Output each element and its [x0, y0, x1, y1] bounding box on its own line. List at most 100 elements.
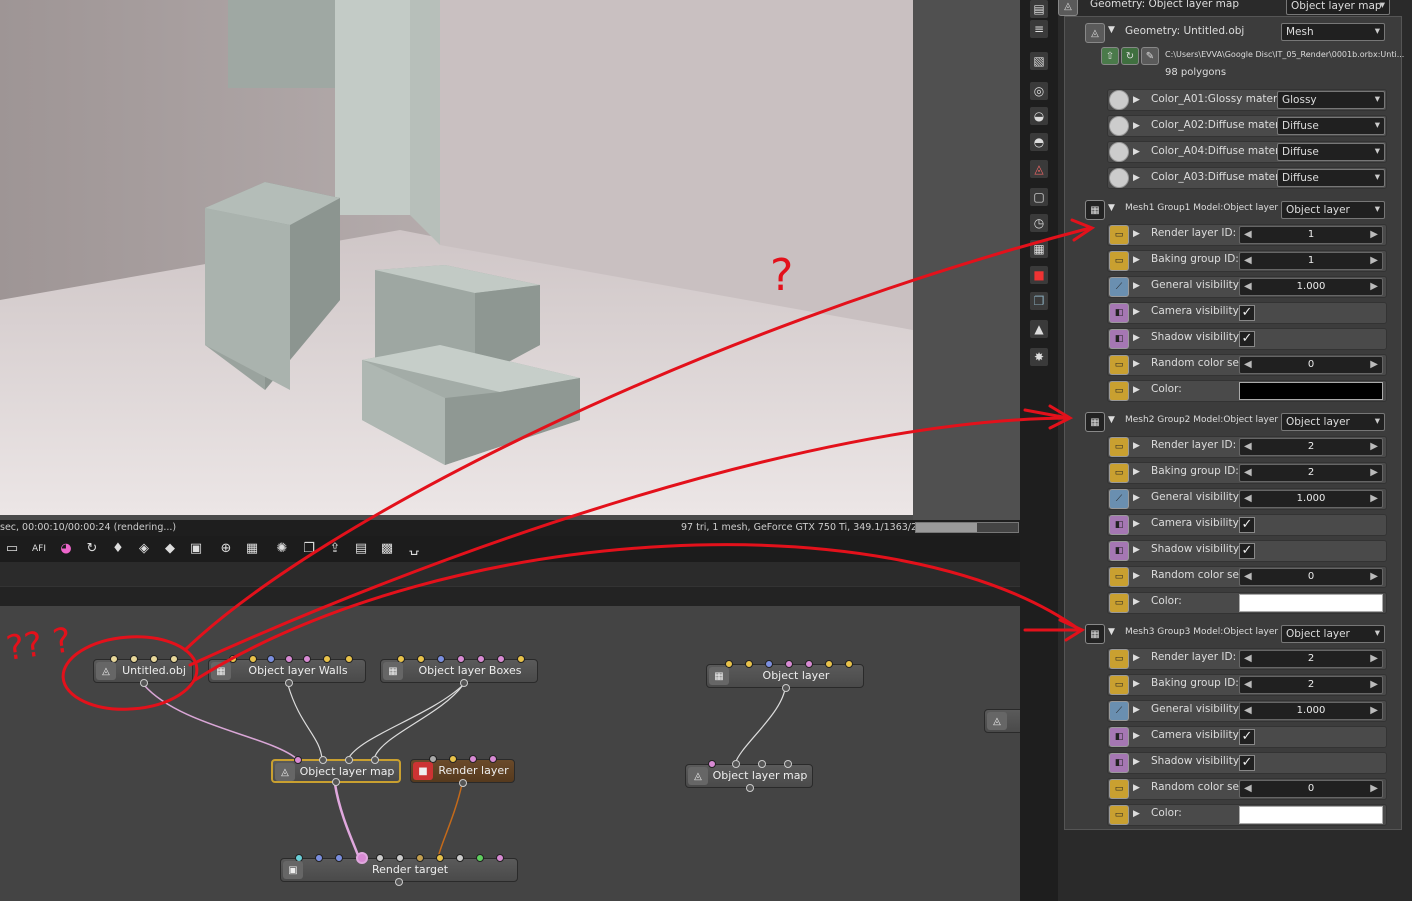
expand-triangle-icon[interactable]: ▶ [1133, 229, 1140, 239]
camera-settings-icon[interactable]: ◎ [1030, 82, 1048, 100]
decrement-arrow-icon[interactable]: ◀ [1244, 465, 1252, 481]
numeric-input[interactable]: ◀ 0 ▶ [1239, 780, 1383, 798]
expand-triangle-icon[interactable]: ▶ [1133, 571, 1140, 581]
clock-icon[interactable]: ◷ [1030, 214, 1048, 232]
node-render-layer[interactable]: ■ Render layer [410, 755, 515, 787]
node-output-pin[interactable] [746, 784, 754, 792]
expand-triangle-icon[interactable]: ▶ [1133, 705, 1140, 715]
expand-triangle-icon[interactable]: ▶ [1133, 467, 1140, 477]
node-input-pin[interactable] [745, 660, 753, 668]
object-layer-type-dropdown[interactable]: Object layer [1281, 625, 1385, 643]
visibility-checkbox[interactable]: ✓ [1239, 729, 1255, 745]
node-input-pin[interactable] [457, 655, 465, 663]
node-input-pin[interactable] [496, 854, 504, 862]
attribute-node-icon[interactable]: ⟋ [1109, 489, 1129, 509]
expand-triangle-icon[interactable]: ▶ [1133, 173, 1140, 183]
material-sphere-icon[interactable] [1109, 168, 1129, 188]
node-input-pin[interactable] [517, 655, 525, 663]
attribute-node-icon[interactable]: ▭ [1109, 355, 1129, 375]
node-input-pin[interactable] [130, 655, 138, 663]
pin-region-icon[interactable]: ◈ [135, 540, 153, 558]
expand-triangle-icon[interactable]: ▶ [1133, 95, 1140, 105]
numeric-input[interactable]: ◀ 2 ▶ [1239, 438, 1383, 456]
attribute-node-icon[interactable]: ▭ [1109, 675, 1129, 695]
pin-icon[interactable]: ♦ [109, 540, 127, 558]
node-output-pin[interactable] [140, 679, 148, 687]
expand-triangle-icon[interactable]: ▶ [1133, 255, 1140, 265]
environment-icon[interactable]: ◒ [1030, 107, 1048, 125]
node-output-pin[interactable] [460, 679, 468, 687]
decrement-arrow-icon[interactable]: ◀ [1244, 569, 1252, 585]
node-output-pin[interactable] [782, 684, 790, 692]
decrement-arrow-icon[interactable]: ◀ [1244, 253, 1252, 269]
node-input-pin[interactable] [456, 854, 464, 862]
expand-triangle-icon[interactable]: ▶ [1133, 281, 1140, 291]
numeric-input[interactable]: ◀ 2 ▶ [1239, 650, 1383, 668]
increment-arrow-icon[interactable]: ▶ [1370, 279, 1378, 295]
node-input-pin[interactable] [497, 655, 505, 663]
image-icon[interactable]: ▤ [352, 540, 370, 558]
mesh-node-icon[interactable]: ◬ [1058, 0, 1078, 16]
visibility-checkbox[interactable]: ✓ [1239, 543, 1255, 559]
kernel-icon[interactable]: ◓ [1030, 133, 1048, 151]
imager-icon[interactable]: ▲ [1030, 320, 1048, 338]
checker-icon[interactable]: ▩ [378, 540, 396, 558]
pin-focus-icon[interactable]: ◆ [161, 540, 179, 558]
material-type-dropdown[interactable]: Diffuse [1277, 143, 1385, 161]
node-object-layer-walls[interactable]: ▦ Object layer Walls [208, 655, 366, 687]
color-swatch[interactable] [1239, 382, 1383, 400]
expand-triangle-icon[interactable]: ▶ [1133, 385, 1140, 395]
numeric-input[interactable]: ◀ 1 ▶ [1239, 252, 1383, 270]
node-input-pin[interactable] [396, 854, 404, 862]
image-tab-icon[interactable]: ▧ [1030, 52, 1048, 70]
node-object-layer-map[interactable]: ◬ Object layer map [271, 756, 401, 786]
reload-icon[interactable]: ⇧ [1101, 47, 1119, 65]
decrement-arrow-icon[interactable]: ◀ [1244, 651, 1252, 667]
film-icon[interactable]: ▢ [1030, 188, 1048, 206]
attribute-node-icon[interactable]: ▭ [1109, 649, 1129, 669]
region-icon[interactable]: ▦ [243, 540, 261, 558]
numeric-input[interactable]: ◀ 1.000 ▶ [1239, 278, 1383, 296]
attribute-node-icon[interactable]: ◧ [1109, 303, 1129, 323]
material-type-dropdown[interactable]: Diffuse [1277, 117, 1385, 135]
node-graph-editor[interactable]: ◬ Untitled.obj ▦ Object layer Walls ▦ Ob… [0, 606, 1020, 901]
decrement-arrow-icon[interactable]: ◀ [1244, 357, 1252, 373]
node-input-pin[interactable] [477, 655, 485, 663]
collapse-triangle-icon[interactable]: ▼ [1108, 627, 1115, 637]
decrement-arrow-icon[interactable]: ◀ [1244, 227, 1252, 243]
increment-arrow-icon[interactable]: ▶ [1370, 703, 1378, 719]
expand-triangle-icon[interactable]: ▶ [1133, 493, 1140, 503]
expand-triangle-icon[interactable]: ▶ [1133, 307, 1140, 317]
node-object-layer[interactable]: ▦ Object layer [706, 660, 864, 692]
material-type-dropdown[interactable]: Glossy [1277, 91, 1385, 109]
render-viewport[interactable] [0, 0, 1020, 520]
collapse-triangle-icon[interactable]: ▼ [1108, 25, 1115, 35]
attribute-node-icon[interactable]: ▭ [1109, 593, 1129, 613]
node-input-pin[interactable] [732, 760, 740, 768]
node-input-pin[interactable] [376, 854, 384, 862]
node-input-pin[interactable] [323, 655, 331, 663]
lock-icon[interactable]: ⍽ [405, 540, 423, 558]
expand-triangle-icon[interactable]: ▶ [1133, 545, 1140, 555]
material-sphere-icon[interactable] [1109, 116, 1129, 136]
grid-icon[interactable]: ▦ [1030, 240, 1048, 258]
node-type-dropdown[interactable]: Object layer map [1286, 0, 1390, 15]
node-input-pin[interactable] [267, 655, 275, 663]
node-input-pin[interactable] [825, 660, 833, 668]
node-output-pin[interactable] [285, 679, 293, 687]
material-icon[interactable]: ■ [1030, 266, 1048, 284]
attribute-node-icon[interactable]: ◧ [1109, 515, 1129, 535]
visibility-checkbox[interactable]: ✓ [1239, 331, 1255, 347]
increment-arrow-icon[interactable]: ▶ [1370, 677, 1378, 693]
object-layer-icon[interactable]: ▦ [1085, 624, 1105, 644]
expand-triangle-icon[interactable]: ▶ [1133, 333, 1140, 343]
node-object-layer-boxes[interactable]: ▦ Object layer Boxes [380, 655, 538, 687]
numeric-input[interactable]: ◀ 2 ▶ [1239, 464, 1383, 482]
numeric-input[interactable]: ◀ 2 ▶ [1239, 676, 1383, 694]
sparkle-icon[interactable]: ✺ [273, 540, 291, 558]
export-icon[interactable]: ⇪ [326, 540, 344, 558]
expand-triangle-icon[interactable]: ▶ [1133, 519, 1140, 529]
geometry-type-dropdown[interactable]: Mesh [1281, 23, 1385, 41]
attribute-node-icon[interactable]: ▭ [1109, 381, 1129, 401]
color-swatch[interactable] [1239, 594, 1383, 612]
